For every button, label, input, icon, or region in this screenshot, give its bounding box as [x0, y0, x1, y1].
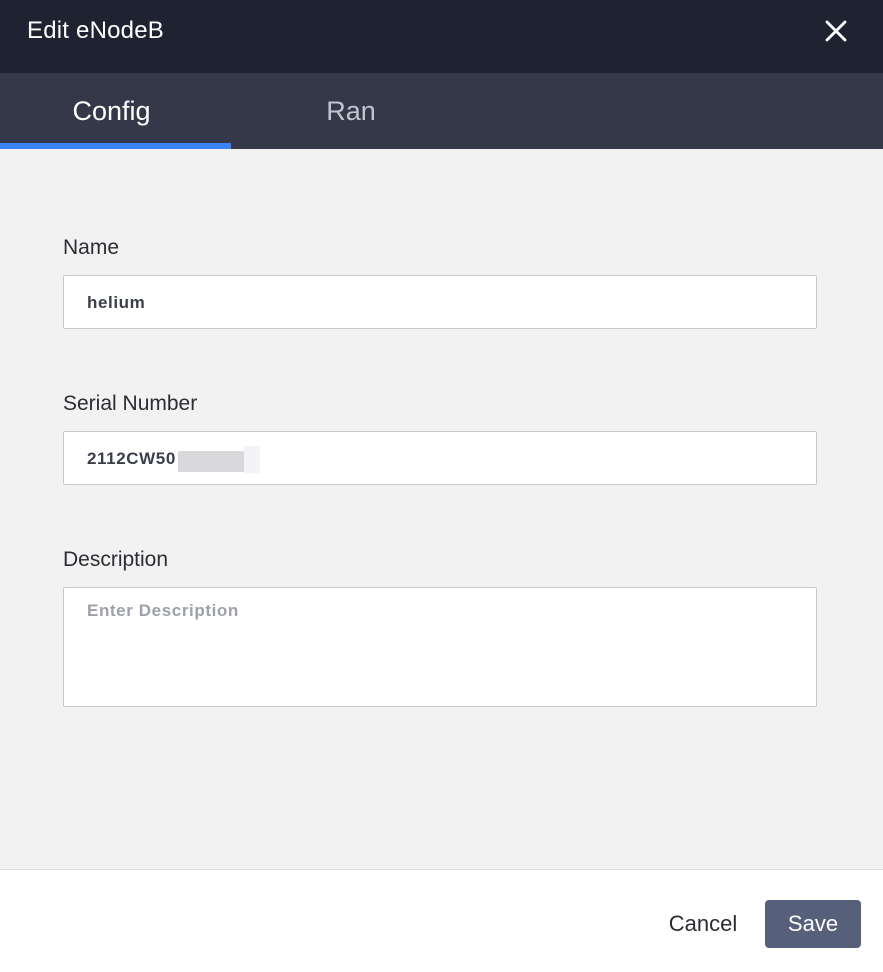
- tab-config[interactable]: Config: [0, 73, 227, 149]
- dialog-header: Edit eNodeB: [0, 0, 883, 73]
- redaction-edge: [244, 446, 260, 473]
- serial-number-label: Serial Number: [63, 392, 198, 415]
- dialog-footer: Cancel Save: [0, 869, 883, 972]
- tab-ran[interactable]: Ran: [236, 73, 466, 149]
- active-tab-indicator: [0, 143, 231, 149]
- redaction-block: [178, 451, 244, 472]
- name-label: Name: [63, 236, 120, 259]
- description-placeholder: Enter Description: [87, 601, 239, 620]
- close-icon: [825, 20, 847, 42]
- cancel-button[interactable]: Cancel: [650, 900, 756, 948]
- dialog-title: Edit eNodeB: [27, 17, 164, 44]
- save-button[interactable]: Save: [765, 900, 861, 948]
- description-textarea[interactable]: Enter Description: [63, 587, 817, 707]
- serial-number-input[interactable]: 2112CW50: [63, 431, 817, 485]
- description-label: Description: [63, 548, 169, 571]
- name-input-value: helium: [87, 293, 146, 312]
- edit-enodeb-dialog: Edit eNodeB Config Ran Name helium Seria…: [0, 0, 883, 972]
- close-button[interactable]: [818, 14, 854, 50]
- serial-number-input-value: 2112CW50: [87, 449, 176, 468]
- tab-bar: Config Ran: [0, 73, 883, 149]
- name-input[interactable]: helium: [63, 275, 817, 329]
